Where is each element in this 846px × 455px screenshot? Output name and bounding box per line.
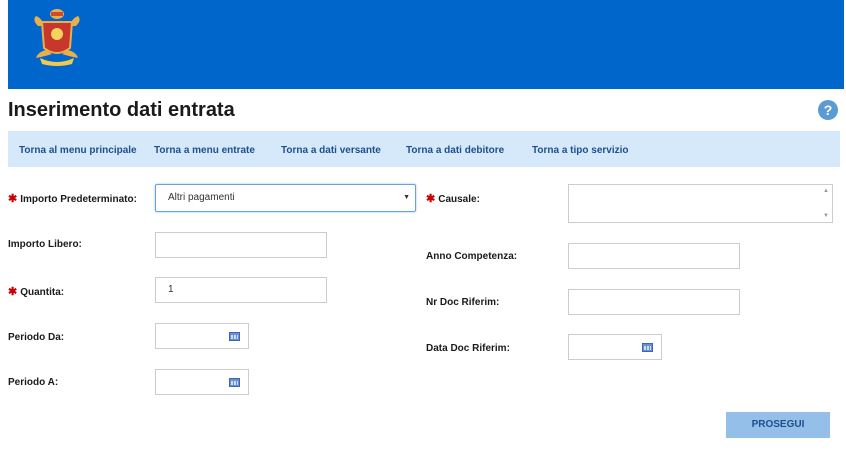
importo-predeterminato-label: ✱ Importo Predeterminato: (8, 193, 137, 205)
help-icon[interactable]: ? (818, 100, 838, 120)
importo-libero-label: Importo Libero: (8, 239, 82, 250)
prosegui-button[interactable]: PROSEGUI (726, 412, 830, 438)
page-title: Inserimento dati entrata (8, 99, 235, 121)
calendar-icon[interactable] (229, 378, 240, 387)
data-doc-riferim-label: Data Doc Riferim: (426, 343, 510, 354)
header-bar (8, 0, 844, 89)
nav-link-dati-debitore[interactable]: Torna a dati debitore (406, 145, 504, 157)
chevron-down-icon: ▼ (403, 194, 410, 201)
required-marker: ✱ (8, 286, 18, 298)
nav-link-menu-entrate[interactable]: Torna a menu entrate (154, 145, 255, 157)
causale-textarea[interactable]: ▲ ▼ (568, 184, 833, 223)
anno-competenza-input[interactable] (568, 243, 740, 269)
quantita-label: ✱ Quantita: (8, 286, 65, 298)
nr-doc-riferim-label: Nr Doc Riferim: (426, 297, 500, 308)
coat-of-arms-icon[interactable] (28, 6, 86, 68)
scroll-up-icon[interactable]: ▲ (823, 188, 829, 194)
causale-label: ✱ Causale: (426, 193, 480, 205)
periodo-da-label: Periodo Da: (8, 332, 65, 343)
required-marker: ✱ (426, 193, 436, 205)
calendar-icon[interactable] (642, 343, 653, 352)
periodo-da-input[interactable] (155, 323, 249, 349)
periodo-a-input[interactable] (155, 369, 249, 395)
nav-link-dati-versante[interactable]: Torna a dati versante (281, 145, 381, 157)
periodo-a-label: Periodo A: (8, 377, 59, 388)
nav-link-menu-principale[interactable]: Torna al menu principale (19, 145, 137, 157)
nav-link-tipo-servizio[interactable]: Torna a tipo servizio (532, 145, 629, 157)
required-marker: ✱ (8, 193, 18, 205)
importo-libero-input[interactable] (155, 232, 327, 258)
scroll-down-icon[interactable]: ▼ (823, 213, 829, 219)
data-doc-riferim-input[interactable] (568, 334, 662, 360)
calendar-icon[interactable] (229, 332, 240, 341)
importo-predeterminato-select[interactable]: Altri pagamenti ▼ (155, 184, 416, 212)
quantita-input[interactable]: 1 (155, 277, 327, 303)
anno-competenza-label: Anno Competenza: (426, 251, 518, 262)
nr-doc-riferim-input[interactable] (568, 289, 740, 315)
